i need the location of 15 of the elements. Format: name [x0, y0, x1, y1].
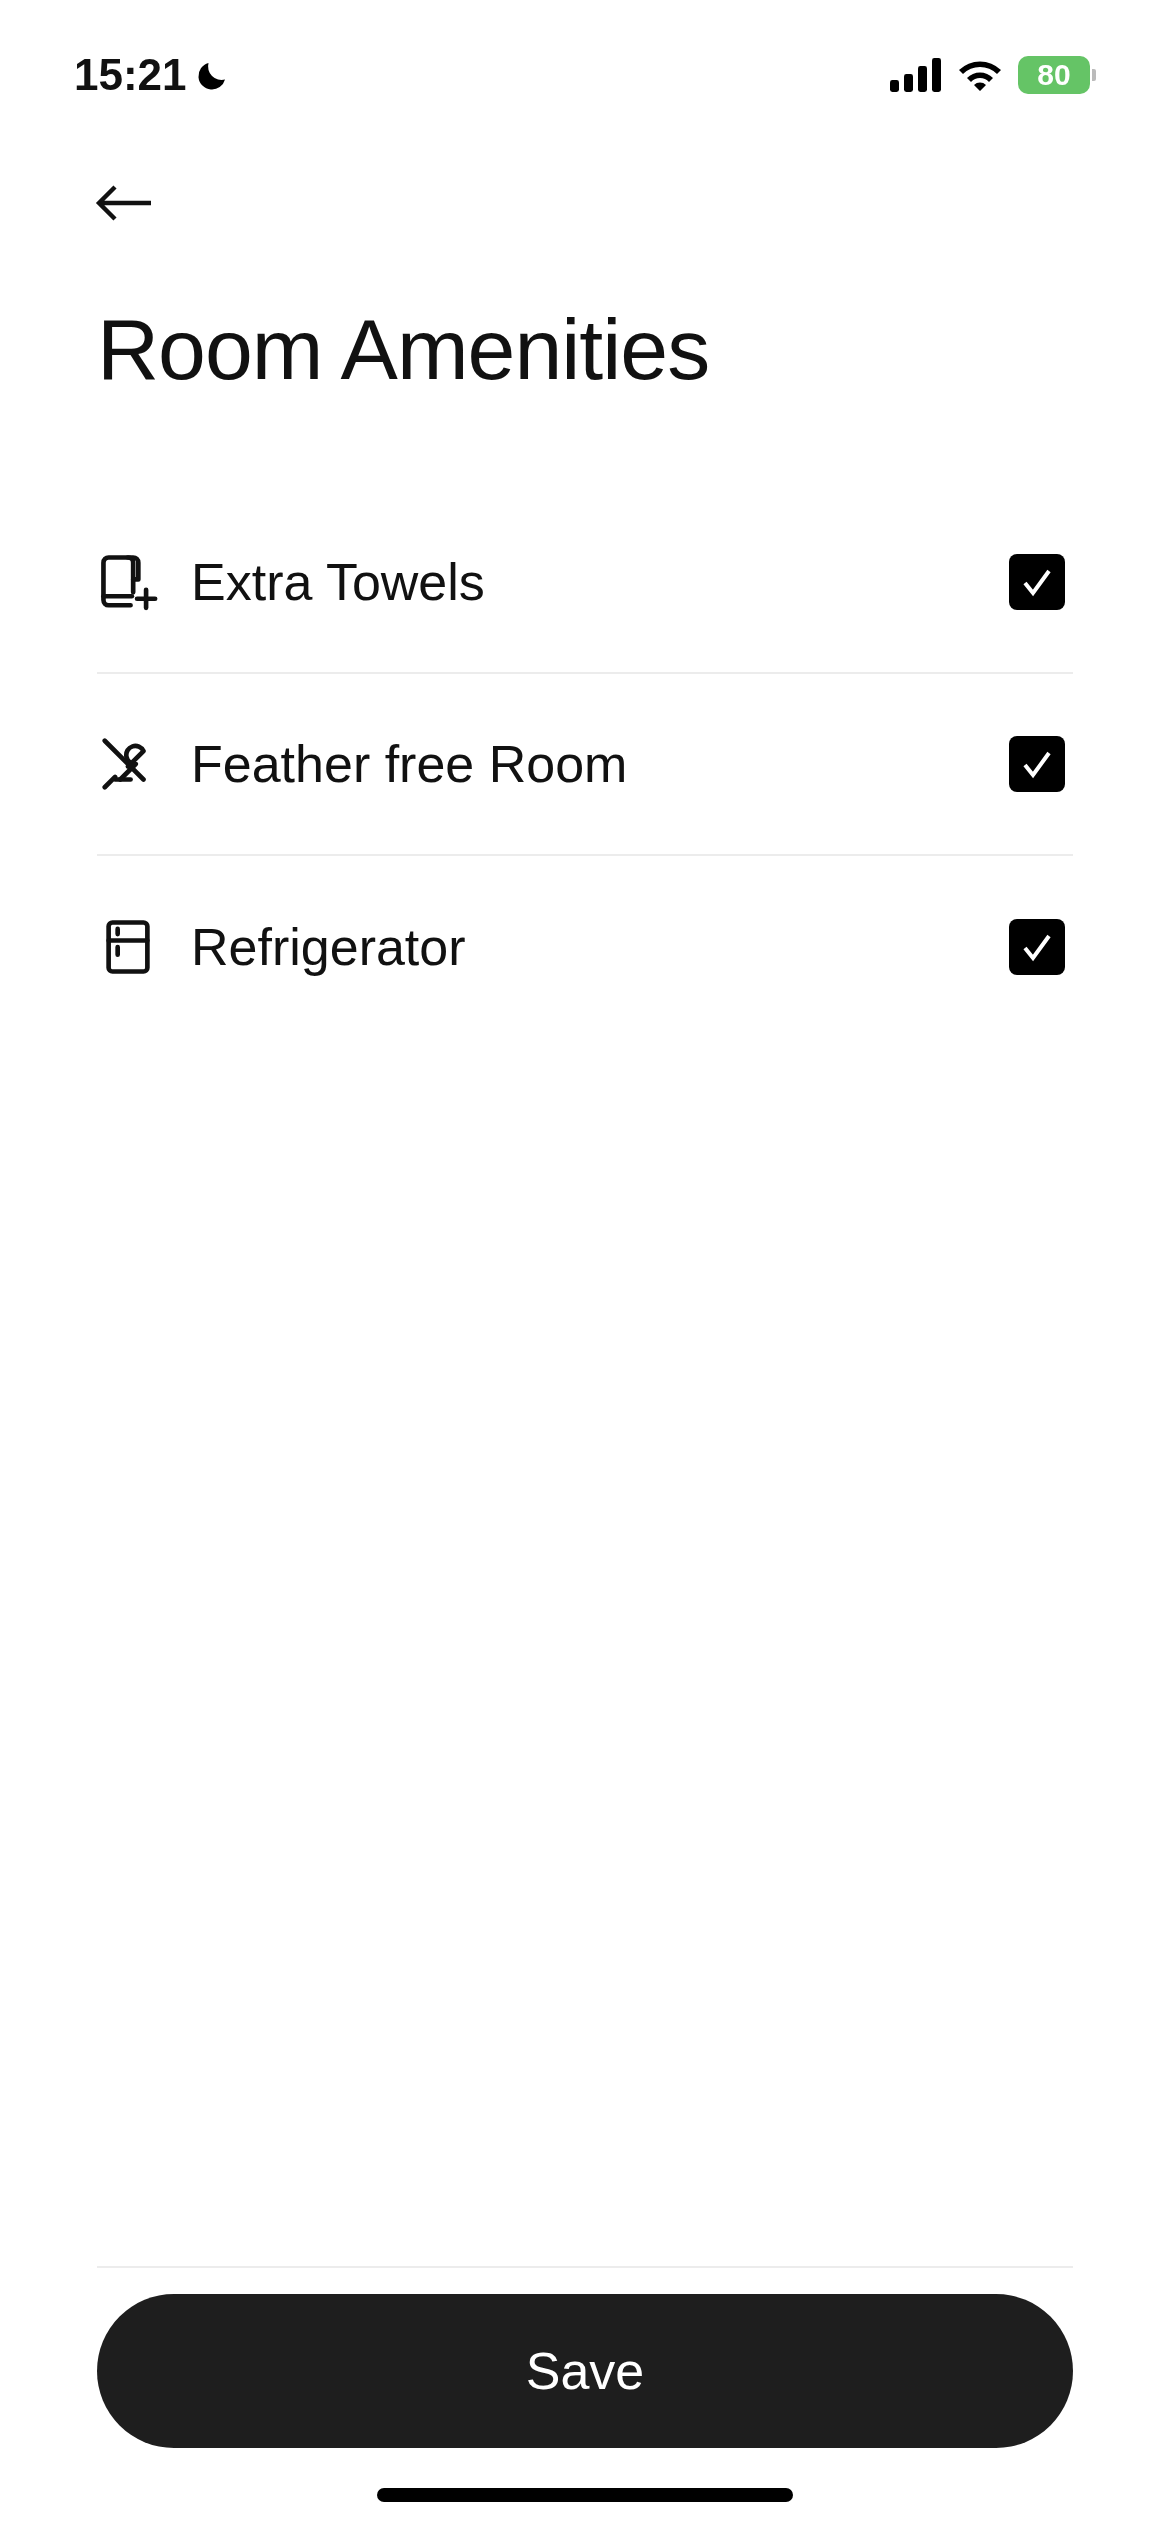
- check-icon: [1021, 932, 1053, 962]
- amenity-label: Feather free Room: [191, 734, 629, 795]
- amenity-label: Extra Towels: [191, 552, 486, 613]
- check-icon: [1021, 567, 1053, 597]
- signal-icon: [890, 58, 942, 92]
- battery-level: 80: [1037, 60, 1071, 90]
- amenity-checkbox[interactable]: [1009, 919, 1065, 975]
- amenity-checkbox[interactable]: [1009, 554, 1065, 610]
- check-icon: [1021, 749, 1053, 779]
- status-time: 15:21: [74, 49, 187, 101]
- back-arrow-icon: [95, 183, 153, 223]
- amenity-label: Refrigerator: [191, 917, 467, 978]
- page-title: Room Amenities: [97, 306, 711, 392]
- amenity-checkbox[interactable]: [1009, 736, 1065, 792]
- save-button[interactable]: Save: [97, 2294, 1073, 2448]
